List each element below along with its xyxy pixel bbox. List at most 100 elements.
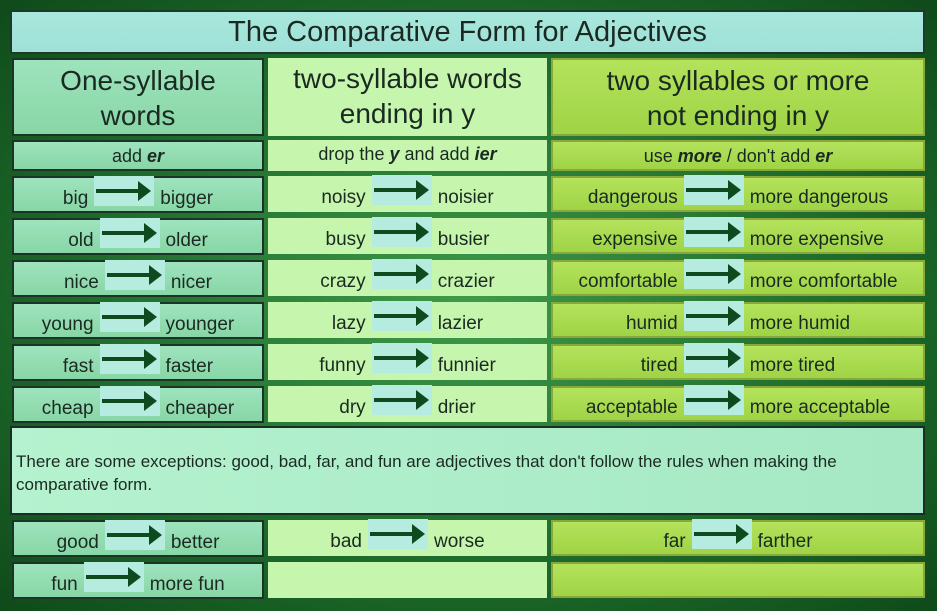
rule-text: er	[147, 146, 165, 166]
arrow-icon	[99, 343, 160, 374]
comparative-word: worse	[434, 531, 485, 552]
word-pair-cell	[551, 562, 925, 598]
header-line: One-syllable	[60, 65, 216, 96]
base-word: tired	[640, 355, 678, 376]
arrow-icon	[683, 175, 744, 205]
comparative-word: more dangerous	[749, 187, 889, 208]
comparative-word: busier	[437, 229, 490, 250]
base-word: bad	[330, 531, 362, 552]
arrow-icon	[83, 561, 144, 592]
word-pair-cell: fast faster	[12, 343, 264, 381]
base-word: lazy	[331, 313, 366, 334]
base-word: expensive	[592, 229, 678, 250]
base-word: far	[663, 531, 686, 552]
word-pair-cell: acceptable more acceptable	[551, 385, 925, 422]
arrow-icon	[99, 385, 160, 416]
word-pair-cell: tired more tired	[551, 343, 925, 380]
base-word: young	[41, 313, 94, 335]
exceptions-note: There are some exceptions: good, bad, fa…	[10, 426, 925, 515]
arrow-icon	[371, 175, 432, 205]
rule-text: use	[643, 146, 678, 166]
word-pair-cell: comfortable more comfortable	[551, 259, 925, 296]
base-word: humid	[625, 313, 678, 334]
arrow-icon	[371, 217, 432, 247]
arrow-icon	[371, 301, 432, 331]
comparative-word: more acceptable	[749, 397, 891, 418]
word-pair-cell: cheap cheaper	[12, 385, 264, 423]
rule-text: and add	[399, 144, 475, 164]
comparative-word: faster	[165, 355, 214, 377]
column-header: One-syllable words	[12, 58, 264, 136]
rule-cell: add er	[12, 140, 264, 171]
base-word: old	[68, 229, 94, 251]
word-pair-cell: far farther	[551, 519, 925, 556]
arrow-icon	[104, 259, 165, 290]
comparative-word: farther	[757, 531, 813, 552]
arrow-icon	[371, 343, 432, 373]
comparative-word: more comfortable	[749, 271, 898, 292]
word-pair-cell: big bigger	[12, 175, 264, 213]
comparative-word: crazier	[437, 271, 495, 292]
arrow-icon	[683, 217, 744, 247]
base-word: crazy	[320, 271, 366, 292]
rule-text: ier	[474, 144, 497, 164]
arrow-icon	[94, 175, 155, 206]
page-title: The Comparative Form for Adjectives	[10, 10, 925, 54]
rule-cell: use more / don't add er	[551, 140, 925, 171]
base-word: big	[62, 187, 89, 209]
base-word: fun	[51, 573, 78, 595]
rule-text: y	[389, 144, 400, 164]
comparative-word: nicer	[170, 271, 213, 293]
word-pair-cell: funny funnier	[268, 343, 547, 380]
base-word: fast	[62, 355, 94, 377]
column-header: two syllables or more not ending in y	[551, 58, 925, 136]
base-word: noisy	[321, 187, 366, 208]
header-line: two syllables or more	[606, 65, 870, 96]
arrow-icon	[99, 301, 160, 332]
rule-text: more	[677, 146, 722, 166]
comparative-word: younger	[165, 313, 235, 335]
arrow-icon	[691, 519, 752, 549]
arrow-icon	[368, 519, 428, 549]
word-pair-cell: humid more humid	[551, 301, 925, 338]
comparative-word: drier	[437, 397, 476, 418]
header-line: words	[100, 100, 176, 131]
comparative-word: older	[165, 229, 208, 251]
word-pair-cell: dangerous more dangerous	[551, 175, 925, 212]
arrow-icon	[99, 217, 160, 248]
word-pair-cell: crazy crazier	[268, 259, 547, 296]
arrow-icon	[683, 343, 744, 373]
column-header: two-syllable words ending in y	[268, 58, 547, 136]
rule-text: add	[111, 146, 148, 166]
arrow-icon	[104, 519, 165, 550]
base-word: good	[56, 531, 99, 553]
base-word: comfortable	[578, 271, 678, 292]
base-word: funny	[319, 355, 366, 376]
word-pair-cell	[268, 562, 547, 598]
word-pair-cell: bad worse	[268, 519, 547, 556]
rule-cell: drop the y and add ier	[268, 140, 547, 171]
word-pair-cell: old older	[12, 217, 264, 255]
arrow-icon	[683, 385, 744, 415]
word-pair-cell: good better	[12, 519, 264, 557]
word-pair-cell: fun more fun	[12, 561, 264, 599]
header-line: ending in y	[339, 98, 476, 129]
word-pair-cell: noisy noisier	[268, 175, 547, 212]
rule-text: drop the	[318, 144, 390, 164]
word-pair-cell: young younger	[12, 301, 264, 339]
word-pair-cell: lazy lazier	[268, 301, 547, 338]
base-word: busy	[325, 229, 366, 250]
word-pair-cell: dry drier	[268, 385, 547, 422]
arrow-icon	[371, 385, 432, 415]
base-word: acceptable	[585, 397, 678, 418]
comparative-word: better	[170, 531, 220, 553]
rule-text: / don't add	[721, 146, 816, 166]
base-word: cheap	[41, 397, 94, 419]
arrow-icon	[683, 259, 744, 289]
comparative-word: lazier	[437, 313, 484, 334]
base-word: nice	[63, 271, 99, 293]
word-pair-cell: nice nicer	[12, 259, 264, 297]
rule-text: er	[815, 146, 833, 166]
arrow-icon	[371, 259, 432, 289]
comparative-word: noisier	[437, 187, 494, 208]
